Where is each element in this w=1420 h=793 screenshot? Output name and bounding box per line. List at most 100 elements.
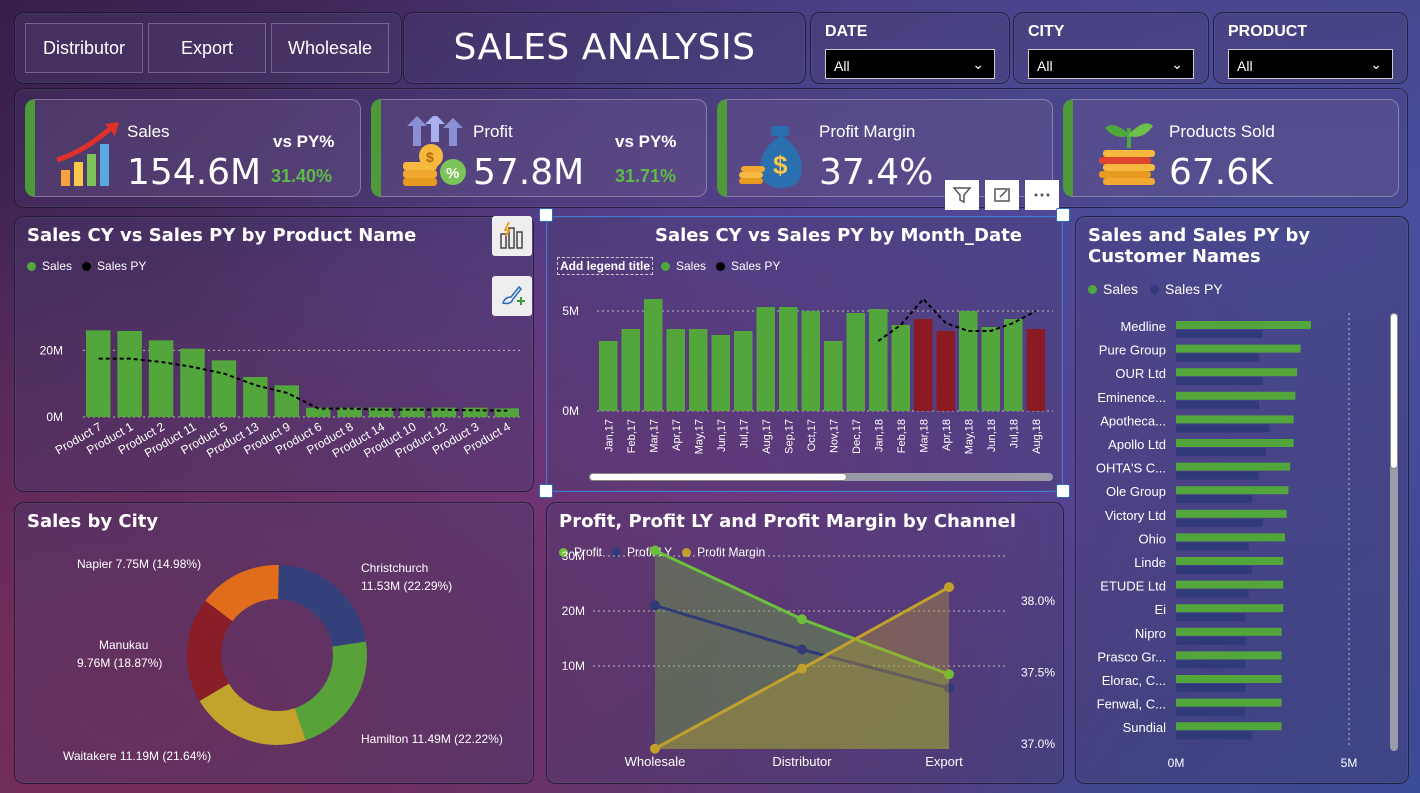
city-select[interactable]: All ⌄ bbox=[1028, 49, 1194, 79]
y-tick-label: 5M bbox=[562, 304, 579, 318]
y-tick-label: Ole Group bbox=[1106, 484, 1166, 499]
svg-text:$: $ bbox=[426, 149, 434, 165]
resize-handle[interactable] bbox=[1056, 208, 1070, 222]
bar-sales bbox=[801, 311, 820, 411]
y-tick-label: Ohio bbox=[1139, 531, 1166, 546]
bar-sales-py bbox=[1176, 448, 1266, 456]
kpi-sales-label: Sales bbox=[127, 122, 170, 141]
bar-sales bbox=[211, 360, 237, 417]
horizontal-scrollbar[interactable] bbox=[589, 473, 1053, 481]
y-tick-label: Victory Ltd bbox=[1105, 508, 1166, 523]
format-paintbrush-icon[interactable] bbox=[492, 276, 532, 316]
kpi-profit-pct: 31.71% bbox=[615, 166, 677, 186]
y-tick-label: Pure Group bbox=[1099, 343, 1166, 358]
x-tick-label: May,18 bbox=[963, 419, 975, 454]
y-tick-label: Eminence... bbox=[1097, 390, 1166, 405]
scrollbar-thumb[interactable] bbox=[589, 473, 847, 481]
bar-sales-py bbox=[1176, 684, 1246, 692]
x-tick-label: Jun,17 bbox=[716, 419, 728, 452]
y-tick-label: Prasco Gr... bbox=[1097, 649, 1166, 664]
y-tick-label: Fenwal, C... bbox=[1097, 697, 1166, 712]
x-tick-label: Oct,17 bbox=[806, 419, 818, 451]
y-tick-label: Medline bbox=[1120, 319, 1166, 334]
scrollbar-thumb[interactable] bbox=[1390, 313, 1398, 469]
bar-sales-py bbox=[1176, 566, 1253, 574]
kpi-sales-pct: 31.40% bbox=[271, 166, 333, 186]
bar-sales bbox=[1176, 439, 1294, 447]
bar-sales bbox=[981, 327, 1000, 411]
bar-sales-py bbox=[1176, 589, 1249, 598]
resize-handle[interactable] bbox=[1056, 484, 1070, 498]
y-tick-label: Ei bbox=[1154, 602, 1166, 617]
date-filter-label: DATE bbox=[825, 23, 868, 40]
kpi-sales: Sales 154.6M vs PY% 31.40% bbox=[25, 99, 361, 197]
bar-sales-py bbox=[1176, 471, 1260, 480]
pie-slice bbox=[199, 683, 306, 745]
bar-sales bbox=[599, 341, 618, 411]
data-point bbox=[797, 663, 807, 674]
y-tick-label: Apotheca... bbox=[1100, 413, 1166, 428]
date-filter: DATE All ⌄ bbox=[810, 12, 1010, 84]
x-tick-label: Jan,18 bbox=[873, 419, 885, 452]
filter-icon[interactable] bbox=[945, 180, 979, 210]
resize-handle[interactable] bbox=[539, 208, 553, 222]
x-tick-label: Export bbox=[925, 754, 963, 769]
x-tick-label: Sep,17 bbox=[783, 419, 795, 454]
more-options-icon[interactable] bbox=[1025, 180, 1059, 210]
kpi-products-sold: Products Sold 67.6K bbox=[1063, 99, 1399, 197]
bar-sales-py bbox=[1176, 495, 1253, 504]
bar-sales-py bbox=[1176, 330, 1263, 338]
bar-sales bbox=[1176, 462, 1291, 471]
y-tick-label: 30M bbox=[562, 549, 585, 563]
focus-mode-icon[interactable] bbox=[985, 180, 1019, 210]
x-tick-label: Mar,18 bbox=[918, 419, 930, 453]
product-select[interactable]: All ⌄ bbox=[1228, 49, 1393, 79]
bar-sales bbox=[1176, 557, 1284, 565]
y-tick-label: 0M bbox=[46, 410, 63, 424]
bar-sales bbox=[621, 329, 640, 411]
y-tick-label: 20M bbox=[562, 604, 585, 618]
bar-sales-py bbox=[1176, 377, 1263, 386]
bar-sales-py bbox=[1176, 353, 1260, 362]
kpi-products-sold-value: 67.6K bbox=[1169, 152, 1273, 193]
format-visual-icon[interactable] bbox=[492, 216, 532, 256]
data-point bbox=[944, 582, 954, 593]
kpi-profit-label: Profit bbox=[473, 122, 513, 141]
y2-tick-label: 37.5% bbox=[1021, 666, 1055, 680]
svg-text:%: % bbox=[446, 165, 459, 182]
bar-sales bbox=[666, 329, 685, 411]
bar-sales bbox=[1176, 580, 1284, 589]
vertical-scrollbar[interactable] bbox=[1390, 313, 1398, 751]
channel-buttons-panel: Distributor Export Wholesale bbox=[14, 12, 402, 84]
date-select[interactable]: All ⌄ bbox=[825, 49, 995, 79]
bar-sales bbox=[1004, 319, 1023, 411]
x-tick-label: Mar,17 bbox=[648, 419, 660, 453]
bar-sales bbox=[463, 407, 488, 417]
bar-sales bbox=[148, 340, 174, 417]
distributor-button[interactable]: Distributor bbox=[25, 23, 143, 73]
bar-sales bbox=[756, 307, 775, 411]
y-tick-label: Nipro bbox=[1135, 626, 1166, 641]
bar-sales bbox=[779, 307, 798, 411]
city-filter: CITY All ⌄ bbox=[1013, 12, 1209, 84]
export-button[interactable]: Export bbox=[148, 23, 266, 73]
bar-sales-py bbox=[1176, 542, 1249, 551]
bar-sales-py bbox=[1176, 636, 1246, 645]
kpi-profit-vs-label: vs PY% bbox=[615, 132, 677, 151]
bar-sales bbox=[1176, 486, 1289, 495]
y-tick-label: 20M bbox=[40, 343, 63, 357]
resize-handle[interactable] bbox=[539, 484, 553, 498]
pie-label: Christchurch bbox=[361, 561, 428, 575]
bar-sales bbox=[117, 331, 142, 417]
pie-label: 9.76M (18.87%) bbox=[77, 656, 162, 670]
pie-slice bbox=[278, 565, 366, 647]
plant-coins-icon bbox=[1099, 123, 1155, 185]
sales-growth-icon bbox=[56, 122, 119, 186]
bar-sales bbox=[1176, 651, 1282, 660]
bar-sales bbox=[1176, 415, 1294, 424]
x-tick-label: Jan,17 bbox=[603, 419, 615, 452]
x-tick-label: Feb,17 bbox=[626, 419, 638, 453]
bar-sales bbox=[180, 348, 205, 417]
wholesale-button[interactable]: Wholesale bbox=[271, 23, 389, 73]
y-tick-label: Apollo Ltd bbox=[1108, 437, 1166, 452]
